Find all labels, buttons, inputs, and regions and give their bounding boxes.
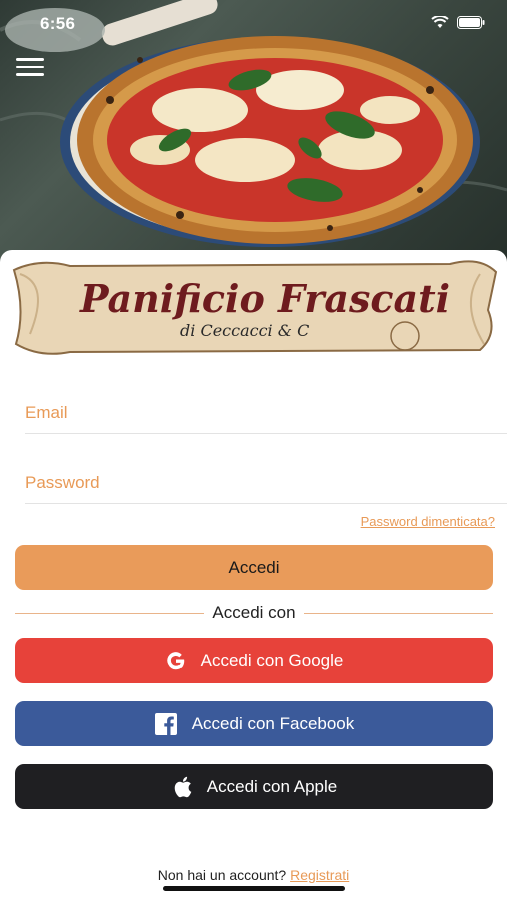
apple-button-label: Accedi con Apple xyxy=(206,776,338,796)
google-login-button[interactable]: Accedi con Google xyxy=(15,638,493,683)
status-bar: 6:56 xyxy=(0,0,507,48)
logo-subtitle: di Ceccacci & C xyxy=(180,321,309,340)
signup-prompt-text: Non hai un account? xyxy=(157,867,287,883)
hero-image: 6:56 xyxy=(0,0,507,262)
forgot-password-link[interactable]: Password dimenticata? xyxy=(361,514,495,529)
facebook-login-button[interactable]: Accedi con Facebook xyxy=(15,701,493,746)
logo-title: Panificio Frascati xyxy=(79,276,450,321)
apple-login-button[interactable]: Accedi con Apple xyxy=(15,764,493,809)
login-sheet: Panificio Frascati di Ceccacci & C Passw… xyxy=(0,250,507,900)
email-input[interactable] xyxy=(25,384,507,433)
login-button-label: Accedi xyxy=(228,557,280,577)
apple-icon xyxy=(174,776,192,797)
wifi-icon xyxy=(431,16,449,28)
social-divider: Accedi con xyxy=(15,602,494,624)
facebook-button-label: Accedi con Facebook xyxy=(191,713,355,733)
facebook-icon xyxy=(154,712,177,735)
home-indicator xyxy=(163,886,345,891)
battery-icon xyxy=(457,16,485,29)
divider-label: Accedi con xyxy=(212,603,296,622)
email-field[interactable] xyxy=(25,384,507,434)
google-icon xyxy=(166,651,184,669)
brand-logo: Panificio Frascati di Ceccacci & C xyxy=(12,260,498,355)
hamburger-menu-icon[interactable] xyxy=(16,58,46,80)
google-button-label: Accedi con Google xyxy=(200,650,344,670)
signup-link[interactable]: Registrati xyxy=(290,867,349,883)
signup-prompt: Non hai un account? Registrati xyxy=(0,867,507,883)
login-button[interactable]: Accedi xyxy=(15,545,493,590)
password-input[interactable] xyxy=(25,454,507,503)
password-field[interactable] xyxy=(25,454,507,504)
status-time: 6:56 xyxy=(40,14,76,33)
